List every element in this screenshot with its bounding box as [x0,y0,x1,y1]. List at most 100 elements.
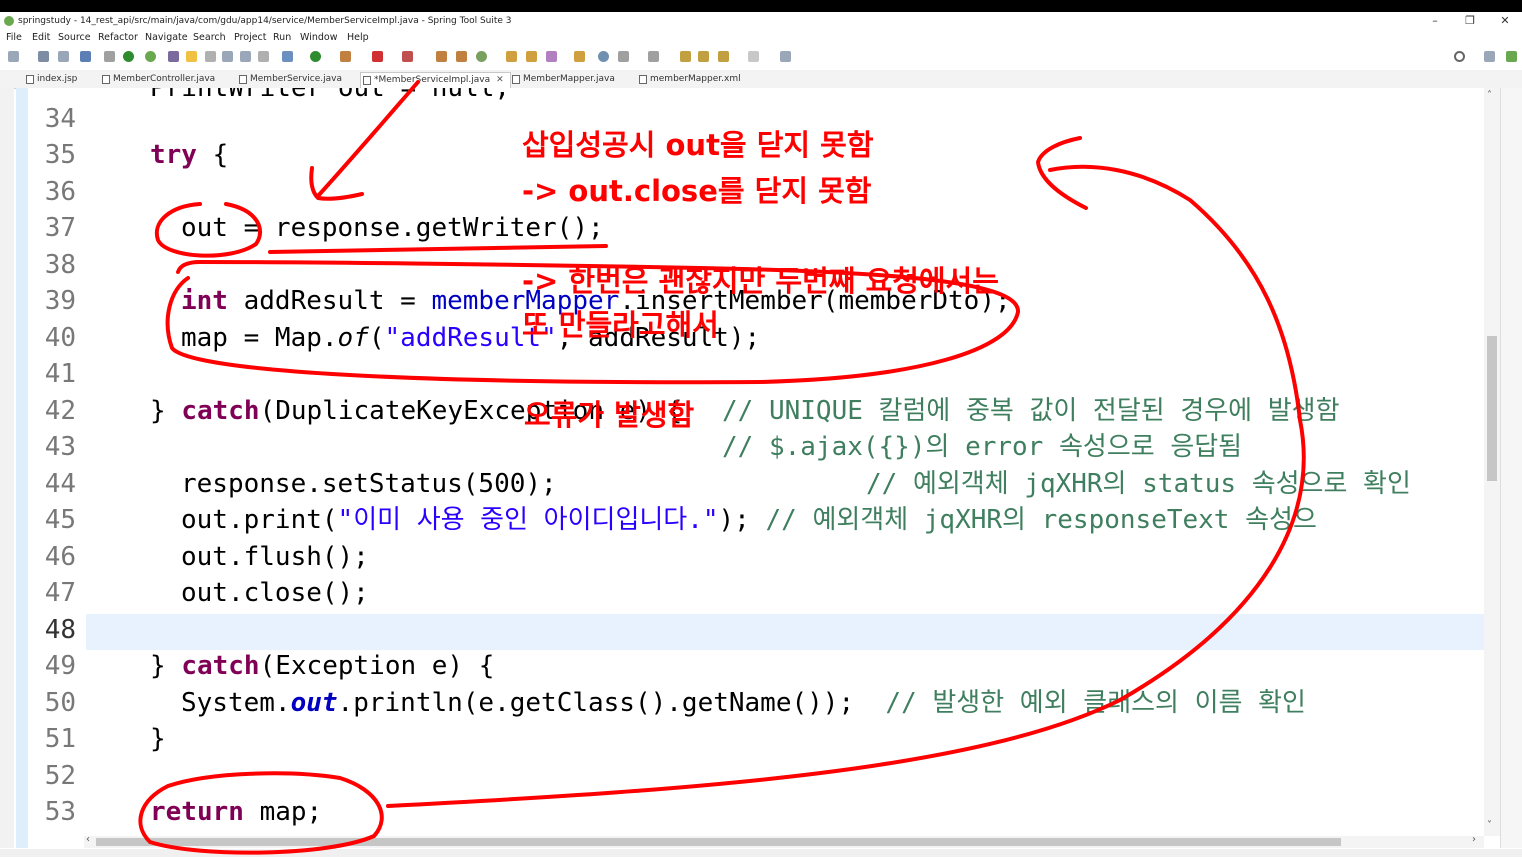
vertical-scrollbar[interactable]: ˄ ˅ [1484,88,1500,836]
globe-icon[interactable] [598,51,609,62]
open-folder-icon[interactable] [506,51,517,62]
menu-source[interactable]: Source [58,30,91,46]
code-line-51: } [150,724,166,754]
menu-help[interactable]: Help [347,30,369,46]
new-class-icon[interactable] [456,51,467,62]
new-spring-icon[interactable] [476,51,487,62]
print-icon[interactable] [80,51,91,62]
java-file-icon [363,76,371,85]
code-line-50: System.out.println(e.getClass().getName(… [181,688,1306,718]
close-window-button[interactable]: ✕ [1490,12,1520,30]
annotation-text-5: 오류가 발생함 [524,398,695,432]
tab-index-jsp[interactable]: index.jsp [24,72,77,87]
navigate-forward-icon[interactable] [748,51,759,62]
annotation-text-4: 또 만들라고해서 [522,308,719,342]
java-file-icon [239,75,247,84]
close-tab-icon[interactable]: ✕ [496,75,504,85]
run-icon[interactable] [310,51,321,62]
tab-member-mapper-xml[interactable]: memberMapper.xml [637,72,741,87]
menu-navigate[interactable]: Navigate [145,30,188,46]
main-toolbar [0,47,1522,67]
tab-member-service[interactable]: MemberService.java [237,72,342,87]
tab-member-service-impl[interactable]: *MemberServiceImpl.java ✕ [360,72,511,88]
line-number-current: 48 [44,615,76,645]
pin-editor-icon[interactable] [780,51,791,62]
overview-ruler [16,88,28,848]
horizontal-scroll-thumb[interactable] [96,838,1341,846]
whitespace-icon[interactable] [258,51,269,62]
code-line-37: out = response.getWriter(); [181,213,604,243]
window-title: springstudy - 14_rest_api/src/main/java/… [18,16,512,26]
debug-icon[interactable] [282,51,293,62]
editor-tabs: index.jsp MemberController.java MemberSe… [0,70,1522,89]
minimize-button[interactable]: – [1420,12,1450,30]
right-side-panel [1500,88,1522,848]
menu-bar: File Edit Source Refactor Navigate Searc… [0,30,1522,46]
search-folder-icon[interactable] [574,51,585,62]
menu-refactor[interactable]: Refactor [98,30,138,46]
xml-file-icon [639,75,647,84]
search-icon[interactable] [1454,51,1465,62]
stop-icon[interactable] [372,51,383,62]
line-number: 34 [44,104,76,134]
save-icon[interactable] [38,51,49,62]
block-selection-icon[interactable] [240,51,251,62]
status-bar [0,849,1522,857]
external-tools-icon[interactable] [340,51,351,62]
spring-tool-suite-icon [4,16,14,26]
menu-file[interactable]: File [6,30,22,46]
menu-edit[interactable]: Edit [32,30,50,46]
open-type-icon[interactable] [168,51,179,62]
menu-run[interactable]: Run [273,30,291,46]
tab-label: index.jsp [37,74,78,84]
tab-label: MemberService.java [250,74,342,84]
line-number: 49 [44,651,76,681]
deploy-icon[interactable] [402,51,413,62]
forward-icon[interactable] [698,51,709,62]
skip-breakpoints-icon[interactable] [104,51,115,62]
tab-member-controller[interactable]: MemberController.java [100,72,215,87]
next-annotation-icon[interactable] [205,51,216,62]
menu-search[interactable]: Search [193,30,226,46]
prev-edit-icon[interactable] [648,51,659,62]
new-icon[interactable] [8,51,19,62]
tab-label: *MemberServiceImpl.java [374,75,491,85]
line-number: 35 [44,140,76,170]
code-comment-44: // 예외객체 jqXHR의 status 속성으로 확인 [866,469,1411,499]
code-line-47: out.close(); [181,578,369,608]
pen-icon[interactable] [546,51,557,62]
back-icon[interactable] [680,51,691,62]
highlight-icon[interactable] [186,51,197,62]
annotation-text-3: -> 한번은 괜찮지만 두번째 요청에서는 [522,264,999,298]
maximize-button[interactable]: ❐ [1455,12,1485,30]
scroll-up-icon[interactable]: ˄ [1487,90,1492,101]
open-perspective-icon[interactable] [1484,51,1495,62]
code-line-44: response.setStatus(500); [181,469,557,499]
code-comment-42: // UNIQUE 칼럼에 중복 값이 전달된 경우에 발생함 [722,396,1340,426]
save-all-icon[interactable] [58,51,69,62]
code-line-33: PrintWriter out = null; [150,88,511,103]
scroll-down-icon[interactable]: ˅ [1487,820,1492,831]
annotation-text-1: 삽입성공시 out을 닫지 못함 [522,128,874,162]
left-gutter [0,88,14,848]
code-line-35: try { [150,140,229,170]
line-number: 51 [44,724,76,754]
scroll-left-icon[interactable]: ‹ [86,834,90,845]
menu-project[interactable]: Project [234,30,267,46]
horizontal-scrollbar[interactable]: ‹ › [84,834,1484,848]
vertical-scroll-thumb[interactable] [1487,336,1497,481]
code-line-45: out.print("이미 사용 중인 아이디입니다."); // 예외객체 j… [181,505,1317,535]
navigate-back-icon[interactable] [718,51,729,62]
boot-dashboard-icon[interactable] [123,51,134,62]
spring-icon[interactable] [145,51,156,62]
next-edit-icon[interactable] [618,51,629,62]
toggle-markers-icon[interactable] [222,51,233,62]
java-perspective-icon[interactable] [1506,51,1517,62]
new-package-icon[interactable] [436,51,447,62]
scroll-right-icon[interactable]: › [1472,834,1476,845]
top-black-bar [0,0,1522,12]
open-task-icon[interactable] [526,51,537,62]
menu-window[interactable]: Window [300,30,337,46]
tab-member-mapper-java[interactable]: MemberMapper.java [510,72,615,87]
annotation-text-2: -> out.close를 닫지 못함 [522,174,872,208]
